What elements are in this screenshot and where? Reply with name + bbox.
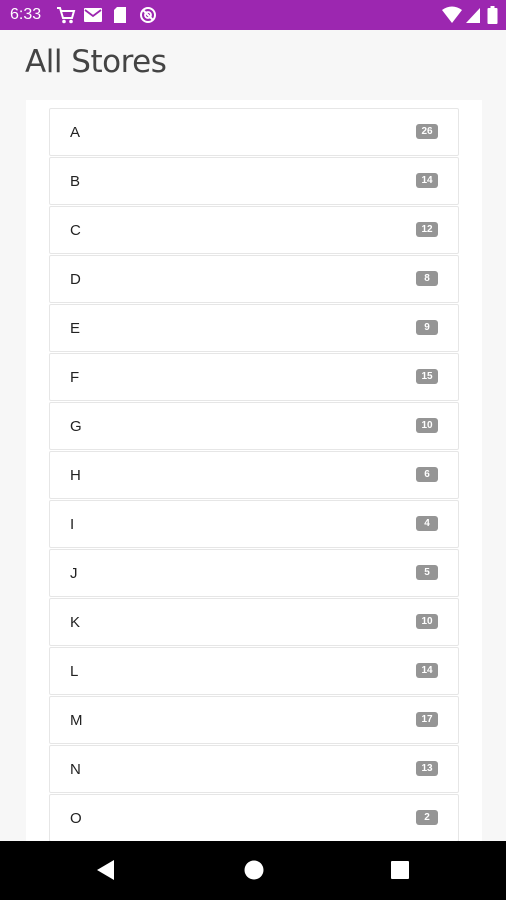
store-row-e[interactable]: E9 [49,304,459,352]
store-row-d[interactable]: D8 [49,255,459,303]
store-letter: C [70,222,81,239]
store-letter: N [70,761,81,778]
store-list: A 26 B 14 C 12 D8 E9 F 15 G 10 H6 I4 J5 K 10 L… [49,108,459,843]
store-row-l[interactable]: L 14 [49,647,459,695]
store-letter: E [70,320,81,337]
back-icon [97,860,114,880]
cart-icon [57,7,76,24]
store-count-badge: 8 [416,271,438,286]
store-letter: D [70,271,81,288]
block-icon [140,7,156,23]
store-row-k[interactable]: K 10 [49,598,459,646]
store-letter: B [70,173,81,190]
status-bar: 6:33 [0,0,506,30]
store-count-badge: 12 [416,222,438,237]
store-letter: J [70,565,78,582]
mail-icon [84,8,102,22]
store-letter: A [70,124,81,141]
home-icon [244,860,264,880]
store-count-badge: 13 [416,761,438,776]
store-count-badge: 15 [416,369,438,384]
store-row-i[interactable]: I4 [49,500,459,548]
status-time: 6:33 [10,6,42,23]
store-row-c[interactable]: C 12 [49,206,459,254]
store-row-n[interactable]: N 13 [49,745,459,793]
store-letter: G [70,418,82,435]
store-letter: I [70,516,75,533]
store-row-g[interactable]: G 10 [49,402,459,450]
recents-button[interactable] [388,858,412,882]
store-row-o[interactable]: O2 [49,794,459,842]
store-count-badge: 6 [416,467,438,482]
store-count-badge: 14 [416,173,438,188]
store-row-b[interactable]: B 14 [49,157,459,205]
page-title: All Stores [25,44,167,80]
store-letter: F [70,369,80,386]
store-row-j[interactable]: J5 [49,549,459,597]
store-count-badge: 10 [416,418,438,433]
store-count-badge: 2 [416,810,438,825]
store-row-f[interactable]: F 15 [49,353,459,401]
store-count-badge: 5 [416,565,438,580]
signal-icon [466,8,480,23]
store-letter: M [70,712,83,729]
back-button[interactable] [94,858,118,882]
store-count-badge: 26 [416,124,438,139]
store-letter: K [70,614,81,631]
store-row-m[interactable]: M 17 [49,696,459,744]
store-count-badge: 4 [416,516,438,531]
store-letter: O [70,810,82,827]
recents-icon [391,861,409,879]
wifi-icon [442,6,462,23]
navigation-bar [0,841,506,900]
store-count-badge: 14 [416,663,438,678]
store-row-h[interactable]: H6 [49,451,459,499]
store-letter: L [70,663,79,680]
store-letter: H [70,467,81,484]
store-count-badge: 9 [416,320,438,335]
home-button[interactable] [242,858,266,882]
battery-icon [487,6,498,24]
store-row-a[interactable]: A 26 [49,108,459,156]
store-count-badge: 10 [416,614,438,629]
sd-card-icon [114,7,126,23]
store-count-badge: 17 [416,712,438,727]
